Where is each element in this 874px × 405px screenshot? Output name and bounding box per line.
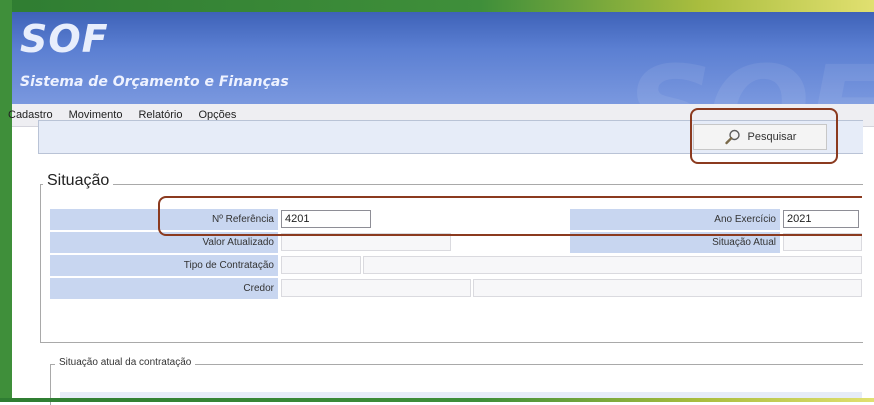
situacao-legend: Situação (43, 172, 114, 190)
tipo-code-field (281, 256, 361, 274)
contratacao-legend: Situação atual da contratação (55, 357, 196, 368)
row-tipo: Tipo de Contratação (50, 255, 862, 276)
search-highlight (690, 108, 838, 164)
fields-highlight (158, 196, 862, 236)
app-logo: SOF (20, 17, 109, 61)
header-watermark: SOF (626, 42, 874, 104)
credor-name-field (473, 279, 862, 297)
credor-code-field (281, 279, 471, 297)
row-credor: Credor (50, 278, 862, 299)
app-header: SOF SOF Sistema de Orçamento e Finanças (12, 12, 874, 104)
app-subtitle: Sistema de Orçamento e Finanças (20, 74, 289, 90)
frame-left (0, 0, 12, 402)
credor-label: Credor (50, 278, 278, 299)
tipo-label: Tipo de Contratação (50, 255, 278, 276)
frame-top (0, 0, 874, 12)
frame-bottom (0, 398, 874, 402)
tipo-desc-field (363, 256, 862, 274)
